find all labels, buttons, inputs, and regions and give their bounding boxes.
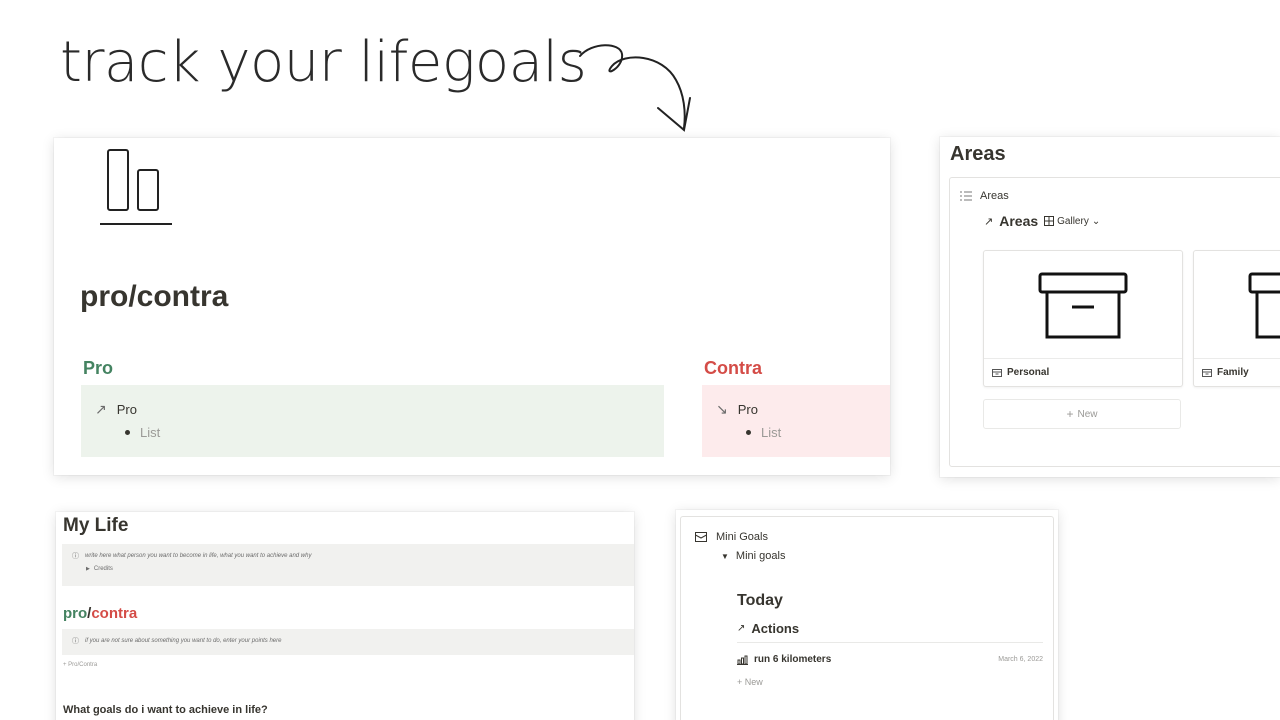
list-item: List	[125, 425, 160, 440]
areas-db-label: Areas	[980, 190, 1009, 202]
minigoals-page-card: Mini Goals ▼ Mini goals Today ↗ Actions …	[676, 510, 1058, 720]
contra-linked-db[interactable]: ↘ Pro	[716, 401, 758, 418]
add-procontra-button[interactable]: + Pro/Contra	[63, 662, 97, 668]
page-title: pro/contra	[80, 280, 229, 313]
card-title: Family	[1202, 367, 1249, 378]
triangle-right-icon: ▶	[86, 566, 90, 572]
columns-chart-icon	[100, 149, 172, 225]
info-icon: ⓘ	[72, 638, 79, 645]
info-icon: ⓘ	[72, 553, 79, 560]
contra-word: contra	[91, 605, 138, 622]
view-type-label: Gallery	[1057, 215, 1089, 227]
intro-callout: ⓘ write here what person you want to bec…	[62, 544, 634, 586]
callout-text-row: ⓘ write here what person you want to bec…	[72, 551, 311, 561]
areas-database: Areas ↗ Areas Gallery ⌄ Personal Family …	[949, 177, 1280, 467]
card-thumbnail	[984, 251, 1182, 359]
arrow-up-right-icon: ↗	[737, 623, 746, 634]
pro-link-label: Pro	[116, 402, 137, 417]
arrow-up-right-icon: ↗	[984, 215, 994, 228]
row-date: March 6, 2022	[998, 656, 1043, 663]
bullet-icon	[746, 430, 751, 435]
arrow-up-right-icon: ↗	[95, 401, 107, 417]
pro-linked-db[interactable]: ↗ Pro	[95, 401, 137, 418]
page-title: Areas	[950, 143, 1006, 165]
card-title: Personal	[992, 367, 1049, 378]
procontra-heading: pro/contra	[63, 605, 137, 622]
areas-db-header[interactable]: Areas	[960, 190, 1009, 202]
bar-chart-icon	[737, 655, 748, 665]
credits-toggle[interactable]: ▶ Credits	[86, 566, 113, 572]
gallery-card-personal[interactable]: Personal	[983, 250, 1183, 387]
row-title: run 6 kilometers	[737, 654, 831, 665]
archive-box-icon	[1248, 272, 1280, 339]
divider	[737, 642, 1043, 643]
new-card-button[interactable]: + New	[983, 399, 1181, 429]
contra-callout: ↘ Pro List	[702, 385, 890, 457]
curved-arrow-icon	[579, 44, 691, 132]
chevron-down-icon: ⌄	[1091, 215, 1101, 227]
actions-view-header[interactable]: ↗ Actions	[737, 621, 799, 636]
pro-word: pro	[63, 605, 88, 622]
list-item-label: List	[761, 425, 782, 440]
list-item-label: List	[140, 425, 161, 440]
plus-icon: +	[1066, 407, 1074, 421]
today-heading: Today	[737, 592, 783, 609]
pro-callout: ↗ Pro List	[81, 385, 664, 457]
credits-label: Credits	[93, 566, 113, 572]
arrow-down-right-icon: ↘	[716, 401, 728, 417]
minigoals-db-header[interactable]: Mini Goals	[695, 531, 768, 543]
headline: track your lifegoals	[60, 30, 587, 95]
card-title-text: Personal	[1007, 367, 1050, 378]
list-icon	[960, 191, 972, 201]
new-label: New	[1077, 408, 1098, 420]
card-thumbnail	[1194, 251, 1280, 359]
list-item: List	[746, 425, 781, 440]
areas-page-card: Areas Areas ↗ Areas Gallery ⌄ Personal F…	[940, 137, 1280, 477]
view-type-dropdown[interactable]: Gallery ⌄	[1044, 216, 1100, 227]
areas-view-header[interactable]: ↗ Areas Gallery ⌄	[984, 213, 1100, 229]
mylife-page-card: My Life ⓘ write here what person you wan…	[56, 512, 634, 720]
contra-heading: Contra	[704, 358, 762, 378]
page-title: My Life	[63, 515, 129, 536]
procontra-callout: ⓘ if you are not sure about something yo…	[62, 629, 634, 655]
minigoals-callout: Mini Goals ▼ Mini goals Today ↗ Actions …	[680, 516, 1054, 720]
new-row-button[interactable]: + New	[737, 677, 763, 687]
minigoals-toggle[interactable]: ▼ Mini goals	[721, 550, 785, 562]
table-row[interactable]: run 6 kilometers March 6, 2022	[737, 654, 1043, 665]
triangle-down-icon: ▼	[721, 551, 729, 561]
callout-text: write here what person you want to becom…	[85, 553, 312, 559]
callout-text-row: ⓘ if you are not sure about something yo…	[72, 636, 281, 646]
archive-box-icon	[1038, 272, 1128, 339]
contra-link-label: Pro	[737, 402, 758, 417]
view-name: Actions	[751, 621, 800, 636]
card-title-text: Family	[1217, 367, 1249, 378]
gallery-card-family[interactable]: Family	[1193, 250, 1280, 387]
procontra-page-card: pro/contra Pro Contra ↗ Pro List ↘ Pro L…	[54, 138, 890, 475]
mail-icon	[695, 532, 707, 542]
minigoals-db-label: Mini Goals	[716, 531, 768, 543]
toggle-label: Mini goals	[735, 550, 786, 562]
row-title-text: run 6 kilometers	[754, 654, 832, 665]
archive-small-icon	[992, 368, 1002, 377]
view-name: Areas	[999, 213, 1039, 229]
gallery-icon	[1044, 216, 1055, 226]
archive-small-icon	[1202, 368, 1212, 377]
callout-text: if you are not sure about something you …	[85, 638, 282, 644]
bullet-icon	[125, 430, 130, 435]
pro-heading: Pro	[83, 358, 114, 378]
goals-heading: What goals do i want to achieve in life?	[63, 704, 268, 716]
